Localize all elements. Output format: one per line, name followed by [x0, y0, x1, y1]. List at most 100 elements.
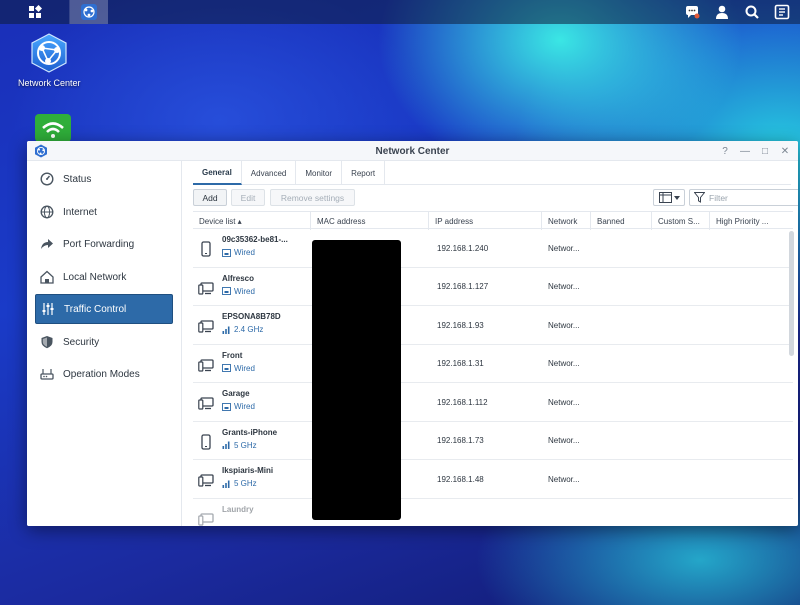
- network-value: Networ...: [548, 243, 580, 253]
- search-icon: [745, 5, 759, 19]
- tab-advanced[interactable]: Advanced: [242, 161, 297, 185]
- computer-icon: [198, 281, 214, 295]
- table-row[interactable]: Grants-iPhone 5 GHz 192.168.1.73 Networ.…: [193, 422, 793, 460]
- device-name: Front: [222, 350, 243, 360]
- device-connection: 5 GHz: [222, 441, 257, 450]
- computer-icon: [198, 320, 214, 333]
- tab-report[interactable]: Report: [342, 161, 386, 185]
- column-ip-address[interactable]: IP address: [429, 212, 542, 230]
- taskbar-network-center-button[interactable]: [70, 0, 108, 24]
- window-titlebar[interactable]: Network Center ? — □ ✕: [27, 141, 798, 161]
- network-value: Networ...: [548, 359, 580, 368]
- table-row[interactable]: Ikspiaris-Mini 5 GHz 192.168.1.48 Networ…: [193, 460, 793, 499]
- desktop-wifi-app[interactable]: [35, 114, 71, 142]
- connection-label: Wired: [234, 402, 255, 411]
- computer-icon: [198, 512, 214, 526]
- sidebar-item-label: Operation Modes: [63, 368, 140, 380]
- table-row[interactable]: 09c35362-be81-... Wired 192.168.1.240 Ne…: [193, 229, 793, 268]
- table-scrollbar[interactable]: [789, 231, 794, 356]
- gauge-icon: [39, 171, 55, 187]
- close-button[interactable]: ✕: [778, 144, 792, 158]
- sidebar-item-traffic-control[interactable]: Traffic Control: [35, 294, 173, 324]
- computer-icon: [198, 474, 214, 487]
- table-row[interactable]: EPSONA8B78D 2.4 GHz 192.168.1.93 Networ.…: [193, 306, 793, 345]
- filter-field[interactable]: [689, 189, 798, 206]
- connection-label: Wired: [234, 363, 255, 373]
- list-view-icon: [658, 192, 672, 203]
- desktop-network-center[interactable]: Network Center: [18, 32, 81, 88]
- widgets-icon: [774, 4, 790, 20]
- minimize-button[interactable]: —: [738, 144, 752, 158]
- column-network[interactable]: Network: [542, 212, 591, 230]
- notification-chat-icon: [686, 6, 700, 19]
- sidebar-item-operation-modes[interactable]: Operation Modes: [35, 359, 173, 389]
- table-row[interactable]: Garage Wired 192.168.1.112 Networ...: [193, 383, 793, 422]
- edit-button[interactable]: Edit: [231, 189, 265, 206]
- device-connection: Wired: [222, 248, 255, 257]
- user-button[interactable]: [710, 0, 734, 24]
- connection-label: Wired: [234, 248, 255, 257]
- sidebar-item-port-forwarding[interactable]: Port Forwarding: [35, 229, 173, 259]
- help-button[interactable]: ?: [718, 144, 732, 158]
- main-menu-button[interactable]: [0, 0, 70, 24]
- device-connection: Wired: [222, 402, 255, 411]
- toolbar: Add Edit Remove settings: [193, 189, 798, 209]
- sidebar-item-status[interactable]: Status: [35, 164, 173, 194]
- device-name: EPSONA8B78D: [222, 312, 281, 321]
- sidebar-item-local-network[interactable]: Local Network: [35, 262, 173, 292]
- table-row[interactable]: Laundry: [193, 499, 793, 527]
- sidebar-item-label: Internet: [63, 206, 97, 218]
- ethernet-icon: [222, 364, 231, 372]
- device-connection: 2.4 GHz: [222, 325, 263, 334]
- ip-address: 192.168.1.48: [437, 474, 484, 484]
- ip-address: 192.168.1.93: [437, 320, 484, 330]
- network-center-icon: [81, 4, 97, 20]
- table-row[interactable]: Front Wired 192.168.1.31 Networ...: [193, 345, 793, 383]
- signal-bars-icon: [222, 441, 230, 449]
- connection-label: Wired: [234, 286, 255, 296]
- network-value: Networ...: [548, 474, 580, 484]
- computer-icon: [198, 358, 214, 372]
- sidebar-item-label: Local Network: [63, 271, 127, 283]
- column-device-list[interactable]: Device list ▴: [193, 212, 311, 230]
- filter-input[interactable]: [709, 192, 789, 203]
- wifi-icon: [35, 114, 71, 142]
- user-icon: [716, 5, 728, 19]
- desktop-icon-label: Network Center: [18, 78, 81, 88]
- network-center-icon: [31, 33, 67, 73]
- tab-monitor[interactable]: Monitor: [296, 161, 343, 185]
- column-custom-speed[interactable]: Custom S...: [652, 212, 710, 230]
- phone-icon: [201, 241, 211, 257]
- notifications-button[interactable]: [680, 0, 704, 24]
- ethernet-icon: [222, 287, 231, 295]
- connection-label: 2.4 GHz: [234, 325, 264, 334]
- sidebar: Status Internet Port Forwarding Local Ne…: [27, 161, 182, 526]
- column-banned[interactable]: Banned: [591, 212, 652, 230]
- network-value: Networ...: [548, 282, 580, 291]
- device-name: Grants-iPhone: [222, 427, 278, 437]
- signal-bars-icon: [222, 326, 230, 334]
- add-button[interactable]: Add: [193, 189, 227, 206]
- maximize-button[interactable]: □: [758, 144, 772, 158]
- table-header: Device list ▴ MAC address IP address Net…: [193, 211, 793, 230]
- widgets-button[interactable]: [770, 0, 794, 24]
- device-connection: 5 GHz: [222, 479, 257, 488]
- table-row[interactable]: Alfresco Wired 192.168.1.127 Networ...: [193, 268, 793, 306]
- ip-address: 192.168.1.73: [437, 436, 484, 445]
- search-button[interactable]: [740, 0, 764, 24]
- view-mode-button[interactable]: [653, 189, 685, 206]
- column-high-priority[interactable]: High Priority ...: [710, 212, 793, 230]
- sidebar-item-internet[interactable]: Internet: [35, 197, 173, 227]
- ip-address: 192.168.1.127: [437, 282, 489, 291]
- arrow-forward-icon: [39, 236, 55, 252]
- device-name: Laundry: [222, 504, 254, 514]
- tab-general[interactable]: General: [193, 161, 242, 185]
- column-mac-address[interactable]: MAC address: [311, 212, 429, 230]
- ip-address: 192.168.1.240: [437, 243, 489, 253]
- device-table-body: 09c35362-be81-... Wired 192.168.1.240 Ne…: [193, 229, 793, 526]
- sliders-icon: [40, 301, 56, 317]
- sidebar-item-security[interactable]: Security: [35, 327, 173, 357]
- remove-settings-button[interactable]: Remove settings: [270, 189, 355, 206]
- connection-label: 5 GHz: [234, 440, 257, 450]
- shield-icon: [39, 334, 55, 350]
